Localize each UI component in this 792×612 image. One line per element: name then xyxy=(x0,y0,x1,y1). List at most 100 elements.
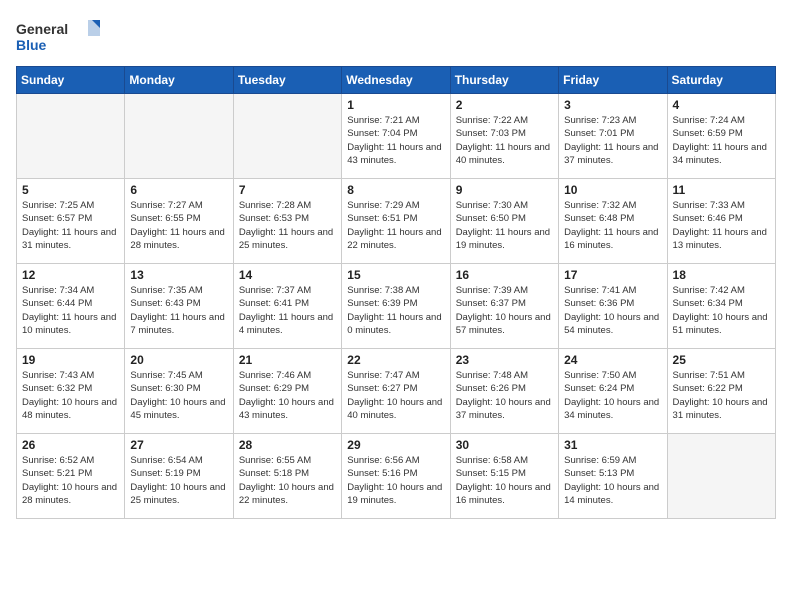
day-number: 6 xyxy=(130,183,227,197)
day-header-tuesday: Tuesday xyxy=(233,67,341,94)
day-number: 13 xyxy=(130,268,227,282)
calendar-cell: 28 Sunrise: 6:55 AM Sunset: 5:18 PM Dayli… xyxy=(233,434,341,519)
calendar-cell: 18Sunrise: 7:42 AM Sunset: 6:34 PM Dayli… xyxy=(667,264,775,349)
calendar-cell: 9 Sunrise: 7:30 AM Sunset: 6:50 PM Daylig… xyxy=(450,179,558,264)
calendar-cell: 1Sunrise: 7:21 AM Sunset: 7:04 PM Daylig… xyxy=(342,94,450,179)
day-info: Sunrise: 6:52 AM Sunset: 5:21 PM Dayligh… xyxy=(22,454,119,507)
day-number: 23 xyxy=(456,353,553,367)
week-row-2: 12 Sunrise: 7:34 AM Sunset: 6:44 PM Dayli… xyxy=(17,264,776,349)
day-info: Sunrise: 7:51 AM Sunset: 6:22 PM Dayligh… xyxy=(673,369,770,422)
calendar-cell: 3 Sunrise: 7:23 AM Sunset: 7:01 PM Daylig… xyxy=(559,94,667,179)
day-info: Sunrise: 7:38 AM Sunset: 6:39 PM Dayligh… xyxy=(347,284,444,337)
day-number: 30 xyxy=(456,438,553,452)
day-info: Sunrise: 7:28 AM Sunset: 6:53 PM Dayligh… xyxy=(239,199,336,252)
day-info: Sunrise: 7:35 AM Sunset: 6:43 PM Dayligh… xyxy=(130,284,227,337)
day-info: Sunrise: 7:22 AM Sunset: 7:03 PM Dayligh… xyxy=(456,114,553,167)
day-number: 18 xyxy=(673,268,770,282)
day-number: 22 xyxy=(347,353,444,367)
calendar-cell xyxy=(17,94,125,179)
svg-text:General: General xyxy=(16,21,68,37)
calendar-cell: 21Sunrise: 7:46 AM Sunset: 6:29 PM Dayli… xyxy=(233,349,341,434)
day-number: 20 xyxy=(130,353,227,367)
day-number: 11 xyxy=(673,183,770,197)
day-number: 9 xyxy=(456,183,553,197)
day-info: Sunrise: 7:30 AM Sunset: 6:50 PM Dayligh… xyxy=(456,199,553,252)
day-info: Sunrise: 7:41 AM Sunset: 6:36 PM Dayligh… xyxy=(564,284,661,337)
calendar-cell: 12 Sunrise: 7:34 AM Sunset: 6:44 PM Dayli… xyxy=(17,264,125,349)
day-number: 15 xyxy=(347,268,444,282)
day-number: 7 xyxy=(239,183,336,197)
day-info: Sunrise: 7:21 AM Sunset: 7:04 PM Dayligh… xyxy=(347,114,444,167)
calendar-cell: 16Sunrise: 7:39 AM Sunset: 6:37 PM Dayli… xyxy=(450,264,558,349)
calendar-header-row: SundayMondayTuesdayWednesdayThursdayFrid… xyxy=(17,67,776,94)
calendar-cell: 11 Sunrise: 7:33 AM Sunset: 6:46 PM Dayli… xyxy=(667,179,775,264)
calendar-cell xyxy=(233,94,341,179)
day-header-monday: Monday xyxy=(125,67,233,94)
week-row-1: 5 Sunrise: 7:25 AM Sunset: 6:57 PM Daylig… xyxy=(17,179,776,264)
week-row-3: 19Sunrise: 7:43 AM Sunset: 6:32 PM Dayli… xyxy=(17,349,776,434)
calendar-cell xyxy=(667,434,775,519)
day-info: Sunrise: 7:47 AM Sunset: 6:27 PM Dayligh… xyxy=(347,369,444,422)
day-number: 31 xyxy=(564,438,661,452)
day-info: Sunrise: 7:43 AM Sunset: 6:32 PM Dayligh… xyxy=(22,369,119,422)
day-number: 26 xyxy=(22,438,119,452)
day-info: Sunrise: 6:58 AM Sunset: 5:15 PM Dayligh… xyxy=(456,454,553,507)
calendar-cell: 31Sunrise: 6:59 AM Sunset: 5:13 PM Dayli… xyxy=(559,434,667,519)
day-info: Sunrise: 7:24 AM Sunset: 6:59 PM Dayligh… xyxy=(673,114,770,167)
calendar-cell: 7 Sunrise: 7:28 AM Sunset: 6:53 PM Daylig… xyxy=(233,179,341,264)
calendar-cell: 2 Sunrise: 7:22 AM Sunset: 7:03 PM Daylig… xyxy=(450,94,558,179)
day-number: 10 xyxy=(564,183,661,197)
svg-text:Blue: Blue xyxy=(16,37,47,53)
day-info: Sunrise: 7:27 AM Sunset: 6:55 PM Dayligh… xyxy=(130,199,227,252)
calendar-cell: 8 Sunrise: 7:29 AM Sunset: 6:51 PM Daylig… xyxy=(342,179,450,264)
day-number: 24 xyxy=(564,353,661,367)
day-number: 4 xyxy=(673,98,770,112)
calendar-cell: 10 Sunrise: 7:32 AM Sunset: 6:48 PM Dayli… xyxy=(559,179,667,264)
day-info: Sunrise: 7:25 AM Sunset: 6:57 PM Dayligh… xyxy=(22,199,119,252)
day-info: Sunrise: 7:45 AM Sunset: 6:30 PM Dayligh… xyxy=(130,369,227,422)
day-header-saturday: Saturday xyxy=(667,67,775,94)
day-info: Sunrise: 7:33 AM Sunset: 6:46 PM Dayligh… xyxy=(673,199,770,252)
logo-svg: General Blue xyxy=(16,16,106,56)
day-number: 17 xyxy=(564,268,661,282)
day-info: Sunrise: 6:55 AM Sunset: 5:18 PM Dayligh… xyxy=(239,454,336,507)
calendar-cell: 4 Sunrise: 7:24 AM Sunset: 6:59 PM Daylig… xyxy=(667,94,775,179)
calendar-cell: 26 Sunrise: 6:52 AM Sunset: 5:21 PM Dayli… xyxy=(17,434,125,519)
day-info: Sunrise: 6:56 AM Sunset: 5:16 PM Dayligh… xyxy=(347,454,444,507)
day-number: 12 xyxy=(22,268,119,282)
calendar-cell: 13 Sunrise: 7:35 AM Sunset: 6:43 PM Dayli… xyxy=(125,264,233,349)
day-info: Sunrise: 7:37 AM Sunset: 6:41 PM Dayligh… xyxy=(239,284,336,337)
calendar-cell: 15 Sunrise: 7:38 AM Sunset: 6:39 PM Dayli… xyxy=(342,264,450,349)
calendar-cell: 14 Sunrise: 7:37 AM Sunset: 6:41 PM Dayli… xyxy=(233,264,341,349)
calendar-cell xyxy=(125,94,233,179)
day-header-sunday: Sunday xyxy=(17,67,125,94)
day-info: Sunrise: 7:29 AM Sunset: 6:51 PM Dayligh… xyxy=(347,199,444,252)
day-number: 2 xyxy=(456,98,553,112)
day-number: 8 xyxy=(347,183,444,197)
calendar-cell: 27Sunrise: 6:54 AM Sunset: 5:19 PM Dayli… xyxy=(125,434,233,519)
day-number: 5 xyxy=(22,183,119,197)
day-number: 28 xyxy=(239,438,336,452)
day-number: 25 xyxy=(673,353,770,367)
logo: General Blue xyxy=(16,16,106,56)
day-info: Sunrise: 7:50 AM Sunset: 6:24 PM Dayligh… xyxy=(564,369,661,422)
day-info: Sunrise: 7:23 AM Sunset: 7:01 PM Dayligh… xyxy=(564,114,661,167)
day-info: Sunrise: 7:34 AM Sunset: 6:44 PM Dayligh… xyxy=(22,284,119,337)
week-row-4: 26 Sunrise: 6:52 AM Sunset: 5:21 PM Dayli… xyxy=(17,434,776,519)
calendar-cell: 19Sunrise: 7:43 AM Sunset: 6:32 PM Dayli… xyxy=(17,349,125,434)
calendar-cell: 6 Sunrise: 7:27 AM Sunset: 6:55 PM Daylig… xyxy=(125,179,233,264)
calendar-cell: 30 Sunrise: 6:58 AM Sunset: 5:15 PM Dayli… xyxy=(450,434,558,519)
calendar-cell: 22 Sunrise: 7:47 AM Sunset: 6:27 PM Dayli… xyxy=(342,349,450,434)
day-header-friday: Friday xyxy=(559,67,667,94)
day-info: Sunrise: 7:32 AM Sunset: 6:48 PM Dayligh… xyxy=(564,199,661,252)
day-info: Sunrise: 7:48 AM Sunset: 6:26 PM Dayligh… xyxy=(456,369,553,422)
day-number: 3 xyxy=(564,98,661,112)
day-number: 29 xyxy=(347,438,444,452)
calendar-cell: 29 Sunrise: 6:56 AM Sunset: 5:16 PM Dayli… xyxy=(342,434,450,519)
day-header-wednesday: Wednesday xyxy=(342,67,450,94)
day-number: 14 xyxy=(239,268,336,282)
calendar-cell: 20 Sunrise: 7:45 AM Sunset: 6:30 PM Dayli… xyxy=(125,349,233,434)
calendar-cell: 17 Sunrise: 7:41 AM Sunset: 6:36 PM Dayli… xyxy=(559,264,667,349)
calendar-cell: 24 Sunrise: 7:50 AM Sunset: 6:24 PM Dayli… xyxy=(559,349,667,434)
week-row-0: 1Sunrise: 7:21 AM Sunset: 7:04 PM Daylig… xyxy=(17,94,776,179)
